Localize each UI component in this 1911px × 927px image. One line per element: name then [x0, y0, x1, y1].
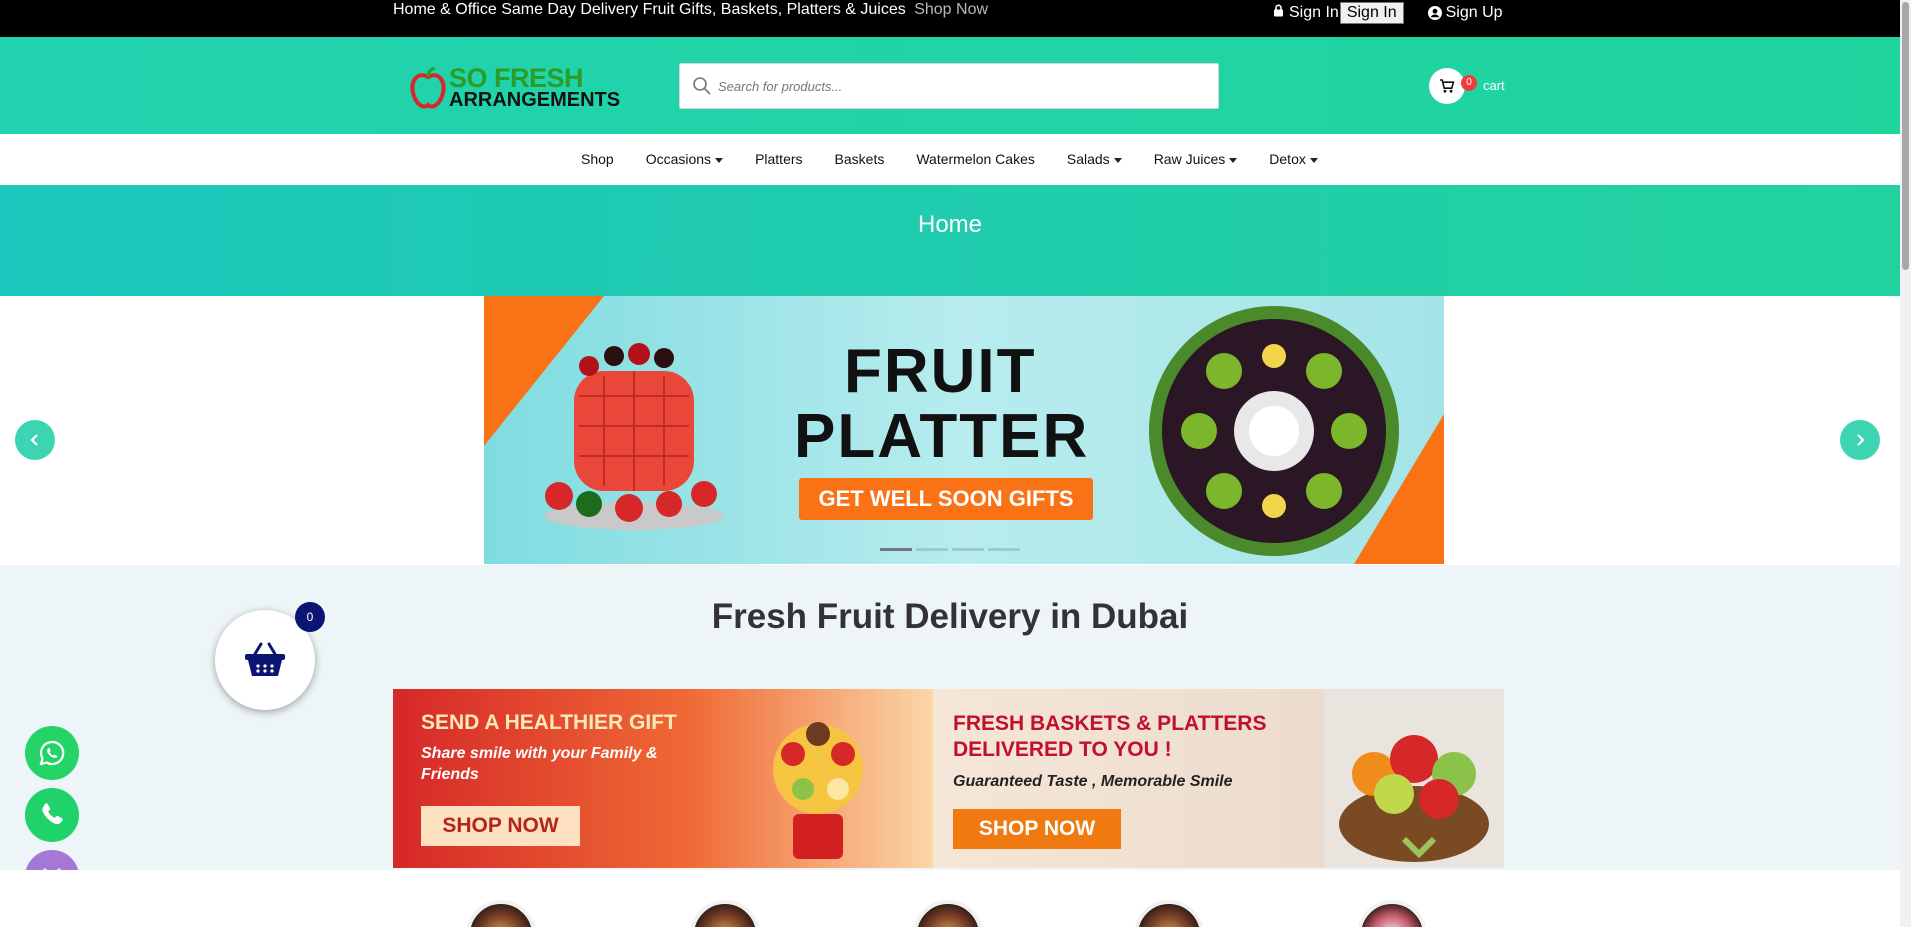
caret-down-icon — [1113, 157, 1122, 163]
search-bar — [679, 63, 1219, 109]
slide-image[interactable]: FRUIT PLATTER GET WELL SOON GIFTS — [484, 296, 1444, 564]
promo-left-shop-now-button[interactable]: SHOP NOW — [421, 806, 580, 846]
fruit-platter-image — [1149, 306, 1399, 556]
nav-item-occasions[interactable]: Occasions — [645, 151, 724, 167]
whatsapp-icon — [39, 740, 65, 766]
whatsapp-button[interactable] — [25, 726, 79, 780]
category-thumb[interactable] — [1357, 900, 1427, 927]
promo-banner[interactable]: SEND A HEALTHIER GIFT Share smile with y… — [393, 689, 1504, 868]
promo-right-shop-now-button[interactable]: SHOP NOW — [953, 809, 1121, 849]
logo-line-2: ARRANGEMENTS — [449, 89, 621, 111]
sign-up-link[interactable]: Sign Up — [1427, 4, 1503, 22]
nav-item-watermelon-cakes[interactable]: Watermelon Cakes — [916, 151, 1035, 167]
slider-dot-1[interactable] — [880, 548, 912, 551]
nav-label: Shop — [581, 151, 614, 167]
nav-item-shop[interactable]: Shop — [581, 151, 614, 167]
slide-cta-button[interactable]: GET WELL SOON GIFTS — [799, 478, 1093, 520]
page-title: Home — [917, 211, 983, 238]
nav-label: Platters — [755, 151, 803, 167]
slider-dot-2[interactable] — [916, 548, 948, 551]
promo-right-sub: Guaranteed Taste , Memorable Smile — [953, 773, 1233, 790]
nav-label: Detox — [1269, 151, 1306, 167]
cart-label[interactable]: cart — [1483, 78, 1505, 93]
caret-down-icon — [715, 157, 724, 163]
phone-button[interactable] — [25, 788, 79, 842]
page-title-band: Home — [0, 185, 1900, 296]
slider-dot-3[interactable] — [952, 548, 984, 551]
promo-banner-right[interactable]: FRESH BASKETS & PLATTERS DELIVERED TO YO… — [933, 689, 1504, 868]
nav-label: Raw Juices — [1153, 151, 1226, 167]
sign-in-button[interactable]: Sign In — [1339, 2, 1404, 24]
slide-heading-line-1: FRUIT — [844, 337, 1037, 406]
main-nav: Shop Occasions Platters Baskets Watermel… — [0, 134, 1900, 185]
intro-section: Fresh Fruit Delivery in Dubai SEND A HEA… — [0, 565, 1900, 870]
cart-button[interactable]: 0 cart — [1429, 68, 1505, 104]
chevron-left-icon — [30, 434, 38, 446]
fruit-basket-image — [1324, 689, 1504, 868]
promo-message: Home & Office Same Day Delivery Fruit Gi… — [393, 1, 906, 18]
search-input[interactable] — [718, 64, 1208, 108]
apple-logo-icon — [410, 67, 446, 109]
site-logo[interactable]: SO FRESH ARRANGEMENTS — [410, 63, 625, 113]
sign-in-link[interactable]: Sign In — [1289, 4, 1339, 22]
top-bar: Home & Office Same Day Delivery Fruit Gi… — [0, 0, 1900, 37]
nav-item-baskets[interactable]: Baskets — [835, 151, 885, 167]
lock-icon — [1273, 4, 1284, 22]
promo-left-headline: SEND A HEALTHIER GIFT — [421, 711, 677, 734]
caret-down-icon — [1229, 157, 1238, 163]
nav-item-platters[interactable]: Platters — [755, 151, 802, 167]
category-thumb[interactable] — [690, 900, 760, 927]
slider-prev-button[interactable] — [15, 420, 55, 460]
nav-label: Baskets — [834, 151, 885, 167]
nav-item-raw-juices[interactable]: Raw Juices — [1154, 151, 1238, 167]
hero-slider: FRUIT PLATTER GET WELL SOON GIFTS — [0, 296, 1900, 565]
page-scrollbar[interactable] — [1900, 0, 1911, 927]
chevron-right-icon — [1857, 434, 1865, 446]
category-thumb[interactable] — [913, 900, 983, 927]
promo-banner-left[interactable]: SEND A HEALTHIER GIFT Share smile with y… — [393, 689, 933, 868]
fruit-bouquet-image — [773, 722, 863, 859]
nav-label: Watermelon Cakes — [916, 151, 1035, 167]
site-header: SO FRESH ARRANGEMENTS 0 cart — [0, 37, 1900, 134]
slide-heading-line-2: PLATTER — [794, 402, 1090, 471]
cart-icon-wrap — [1429, 68, 1465, 104]
scrollbar-thumb[interactable] — [1902, 2, 1909, 270]
auth-links: Sign In Sign In Sign Up — [1273, 2, 1503, 24]
user-icon — [1427, 6, 1442, 20]
nav-item-salads[interactable]: Salads — [1067, 151, 1122, 167]
watermelon-cake-image — [544, 343, 724, 530]
basket-icon — [245, 642, 285, 676]
slider-dots — [880, 548, 1024, 551]
shop-now-link[interactable]: Shop Now — [914, 1, 988, 18]
promo-right-headline: FRESH BASKETS & PLATTERS DELIVERED TO YO… — [953, 712, 1267, 761]
sign-up-label: Sign Up — [1445, 4, 1503, 21]
slider-next-button[interactable] — [1840, 420, 1880, 460]
nav-label: Salads — [1066, 151, 1110, 167]
search-icon — [693, 77, 711, 95]
category-thumb[interactable] — [1134, 900, 1204, 927]
caret-down-icon — [1309, 157, 1318, 163]
nav-label: Occasions — [645, 151, 712, 167]
promo-left-sub: Share smile with your Family & Friends — [421, 745, 658, 783]
category-row — [0, 870, 1900, 927]
floating-cart-button[interactable]: 0 — [215, 602, 325, 710]
slider-dot-4[interactable] — [988, 548, 1020, 551]
nav-item-detox[interactable]: Detox — [1269, 151, 1318, 167]
phone-icon — [42, 803, 63, 825]
cart-count-badge: 0 — [1461, 75, 1477, 91]
promo-text: Home & Office Same Day Delivery Fruit Gi… — [393, 1, 988, 19]
category-thumb[interactable] — [466, 900, 536, 927]
floating-cart-count: 0 — [295, 602, 325, 632]
cart-icon — [1440, 79, 1455, 93]
